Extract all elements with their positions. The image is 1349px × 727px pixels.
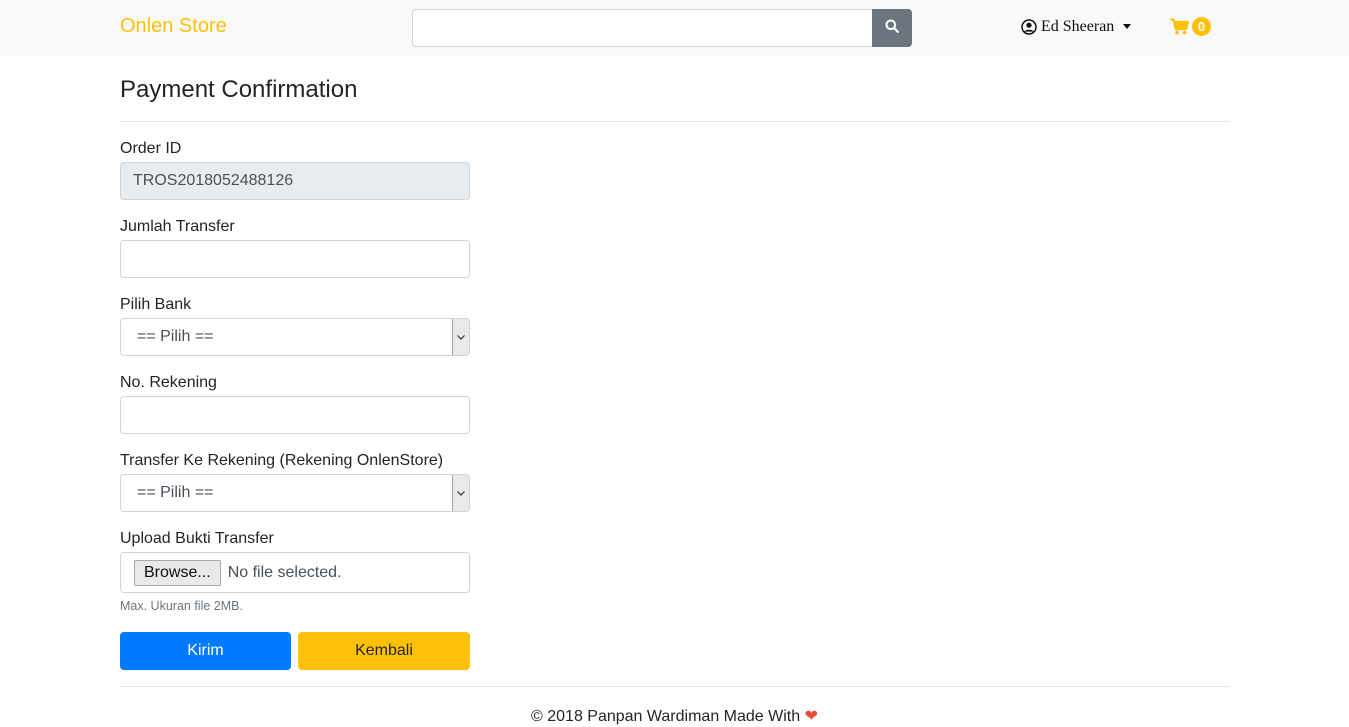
file-status: No file selected. <box>227 563 342 581</box>
search-group <box>412 9 912 47</box>
user-circle-icon <box>1021 19 1037 35</box>
transfer-ke-selected: == Pilih == <box>137 484 214 501</box>
upload-help-text: Max. Ukuran file 2MB. <box>120 599 243 613</box>
footer-divider <box>120 686 1230 687</box>
upload-label: Upload Bukti Transfer <box>120 530 274 547</box>
chevron-down-icon <box>452 475 469 511</box>
order-id-field: TROS2018052488126 <box>120 162 470 200</box>
submit-button[interactable]: Kirim <box>120 632 291 670</box>
heart-icon: ❤ <box>804 708 818 725</box>
caret-down-icon <box>1123 23 1132 29</box>
user-dropdown[interactable]: Ed Sheeran <box>1021 18 1132 36</box>
cart-count-badge: 0 <box>1192 17 1211 36</box>
no-rekening-input[interactable] <box>120 396 470 434</box>
page-title: Payment Confirmation <box>120 76 358 103</box>
chevron-down-icon <box>452 319 469 355</box>
no-rekening-label: No. Rekening <box>120 374 217 391</box>
transfer-ke-label: Transfer Ke Rekening (Rekening OnlenStor… <box>120 452 444 469</box>
jumlah-transfer-input[interactable] <box>120 240 470 278</box>
search-input[interactable] <box>412 9 872 47</box>
footer-text: © 2018 Panpan Wardiman Made With <box>531 708 801 725</box>
browse-button[interactable]: Browse... <box>134 559 221 586</box>
divider <box>120 121 1230 122</box>
cart-icon <box>1170 18 1189 35</box>
cart-link[interactable]: 0 <box>1170 17 1211 36</box>
pilih-bank-selected: == Pilih == <box>137 328 214 345</box>
transfer-ke-select[interactable]: == Pilih == <box>120 474 470 512</box>
pilih-bank-select[interactable]: == Pilih == <box>120 318 470 356</box>
brand-link[interactable]: Onlen Store <box>120 15 227 38</box>
search-button[interactable] <box>872 9 912 47</box>
upload-file-input[interactable]: Browse... No file selected. <box>120 552 470 593</box>
search-icon <box>885 19 899 38</box>
order-id-label: Order ID <box>120 140 182 157</box>
pilih-bank-label: Pilih Bank <box>120 296 192 313</box>
back-button[interactable]: Kembali <box>298 632 470 670</box>
navbar: Onlen Store Ed Sheeran 0 <box>0 0 1349 56</box>
jumlah-transfer-label: Jumlah Transfer <box>120 218 235 235</box>
footer: © 2018 Panpan Wardiman Made With ❤ <box>0 706 1349 726</box>
user-name: Ed Sheeran <box>1041 18 1115 35</box>
